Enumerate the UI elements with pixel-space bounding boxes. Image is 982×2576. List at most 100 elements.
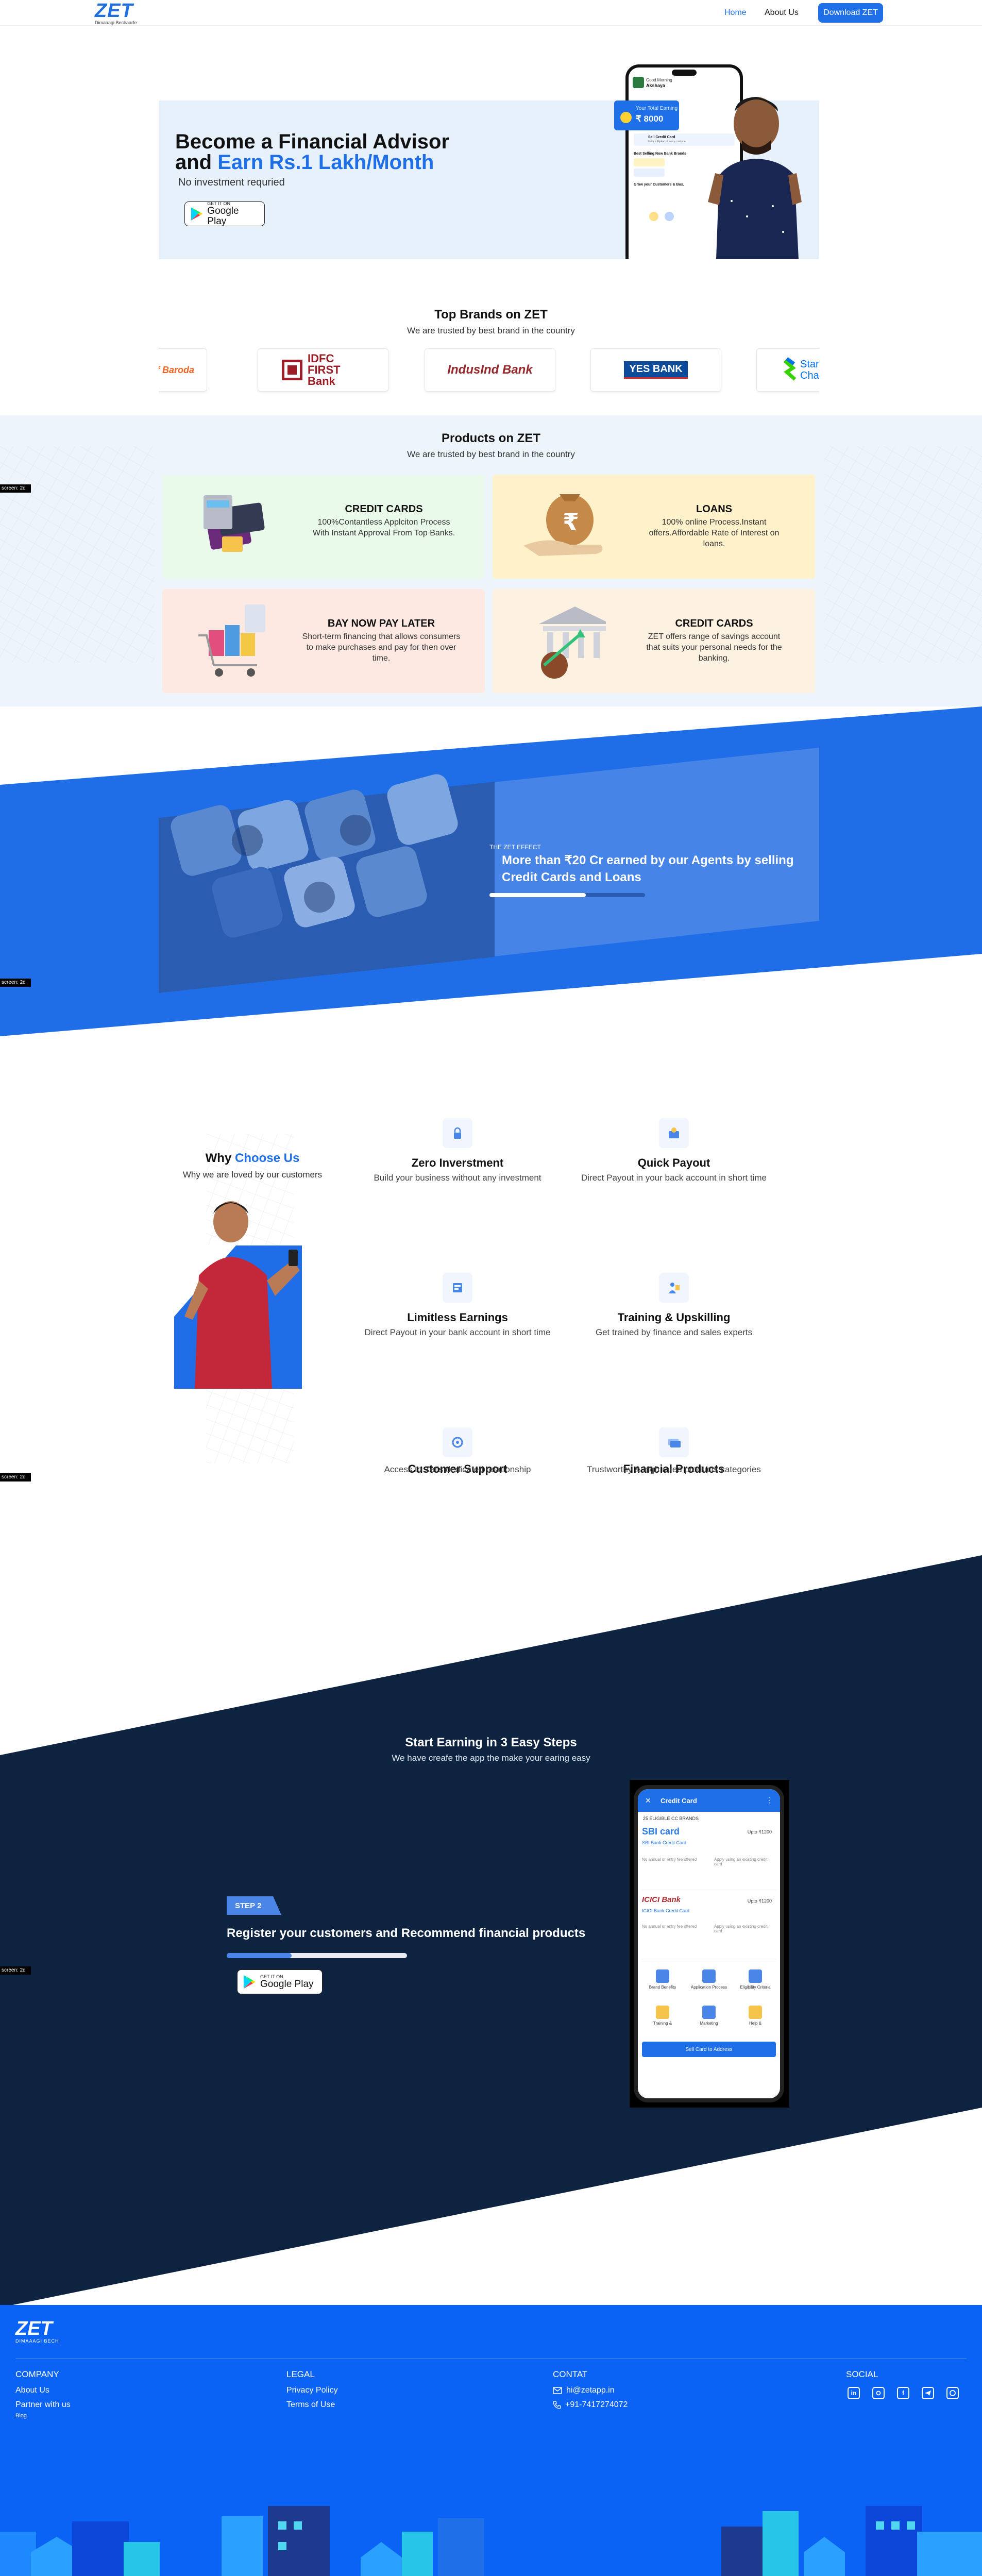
brand-name: YES BANK <box>624 361 688 379</box>
phone-row1-sub: Unlock Flipkart of every customer <box>648 140 687 143</box>
feature-title: Limitless Earnings <box>407 1311 508 1324</box>
idfc-logo-icon <box>282 360 302 380</box>
why-title-highlight: Choose Us <box>234 1151 300 1165</box>
brands-carousel[interactable]: ...of Baroda IDFC FIRST Bank IndusInd Ba… <box>159 340 819 402</box>
phone-header-title: Credit Card <box>661 1797 697 1805</box>
download-zet-button[interactable]: Download ZET <box>818 3 883 23</box>
phone-banner: 25 ELIGIBLE CC BRANDS <box>643 1816 699 1821</box>
hero-subtitle: No investment requried <box>178 177 285 188</box>
telegram-icon[interactable] <box>922 2387 934 2399</box>
whatsapp-icon[interactable] <box>946 2387 959 2399</box>
mail-icon <box>553 2387 562 2394</box>
advisor-person-image <box>708 97 802 259</box>
card-earning: Upto ₹1200 <box>747 1898 772 1904</box>
effect-kicker: THE ZET EFFECT <box>489 844 541 851</box>
more-icon[interactable]: ⋮ <box>766 1796 773 1805</box>
phone-icon <box>553 2401 561 2409</box>
brand-card-baroda[interactable]: ...of Baroda <box>159 348 207 392</box>
close-icon[interactable]: ✕ <box>645 1796 651 1805</box>
products-title: Products on ZET <box>442 431 540 445</box>
hero-title: Become a Financial Advisor and Earn Rs.1… <box>175 131 449 173</box>
features-mask <box>309 1484 824 1490</box>
phone-grid-item[interactable]: Brand Benefits <box>644 1969 681 1990</box>
phone-card-sbi[interactable]: SBI card SBI Bank Credit Card Upto ₹1200… <box>642 1826 776 1890</box>
feature-zero-investment: Zero Inverstment Build your business wit… <box>360 1118 555 1183</box>
feature-description: Direct Payout in your back account in sh… <box>581 1173 767 1183</box>
brand-card-yes[interactable]: YES BANK <box>590 348 721 392</box>
feature-description: Trustworthy & high rated products catego… <box>587 1464 761 1474</box>
step-description: Register your customers and Recommend fi… <box>227 1926 586 1940</box>
phone-grid-item[interactable]: Application Process <box>690 1969 727 1990</box>
brand-card-standard-chartered[interactable]: Standard Chartered <box>756 348 819 392</box>
phone-tile-2 <box>634 169 665 177</box>
footer-email[interactable]: hi@zetapp.in <box>553 2386 615 2395</box>
earning-card: Your Total Earning ₹ 8000 <box>614 100 679 130</box>
nav-about-link[interactable]: About Us <box>765 8 799 18</box>
earning-label: Your Total Earning <box>636 106 678 111</box>
screen-indicator-tag: screen: 2d <box>0 1966 31 1975</box>
effect-progress-fill <box>489 893 586 897</box>
footer-logo[interactable]: ZET DIMAAAGI BECH <box>15 2319 59 2344</box>
feature-title: Quick Payout <box>637 1156 710 1169</box>
facebook-icon[interactable]: f <box>897 2387 909 2399</box>
features-overflow-row: Customer Support Access to Zet's dedicat… <box>309 1422 824 1489</box>
phone-notch <box>672 70 697 76</box>
bank-building-icon <box>539 607 606 679</box>
steps-phone-mockup: ✕ Credit Card ⋮ 25 ELIGIBLE CC BRANDS SB… <box>634 1785 784 2102</box>
phone-header-bar: ✕ Credit Card ⋮ <box>638 1789 780 1812</box>
phone-row3-title: Grow your Customers & Bus. <box>634 183 684 187</box>
zet-logo[interactable]: ZET Dimaaagi Bechaarfe <box>95 1 141 25</box>
footer-blog-link[interactable]: Blog <box>15 2413 27 2419</box>
phone-row2-title: Best Selling Now Bank Brands <box>634 152 686 156</box>
steps-title: Start Earning in 3 Easy Steps <box>405 1736 577 1749</box>
card-earning: Upto ₹1200 <box>747 1829 772 1834</box>
footer-partner-link[interactable]: Partner with us <box>15 2400 71 2410</box>
footer-about-link[interactable]: About Us <box>15 2386 49 2395</box>
phone-grid-item[interactable]: Help & <box>737 2006 774 2026</box>
training-icon <box>659 1273 689 1303</box>
footer-social-heading: SOCIAL <box>846 2369 878 2379</box>
feature-financial-products: Financial Products Trustworthy & high ra… <box>576 1427 772 1475</box>
phone-cta-button[interactable]: Sell Card to Address <box>642 2042 776 2057</box>
product-description: ZET offers range of savings account that… <box>646 632 782 663</box>
top-nav: ZET Dimaaagi Bechaarfe Home About Us Dow… <box>0 0 982 26</box>
credit-card-illustration-icon <box>204 495 265 552</box>
footer-privacy-link[interactable]: Privacy Policy <box>286 2386 338 2395</box>
brand-name: IndusInd Bank <box>447 363 533 377</box>
effect-progress-track <box>489 893 645 897</box>
user-avatar <box>633 77 644 88</box>
footer-phone[interactable]: +91-7417274072 <box>553 2400 628 2410</box>
steps-progress-fill <box>227 1953 292 1958</box>
coin-icon <box>620 112 632 123</box>
phone-grid-item[interactable]: Training & <box>644 2006 681 2026</box>
linkedin-icon[interactable]: in <box>848 2387 860 2399</box>
phone-card-icici[interactable]: ICICI Bank ICICI Bank Credit Card Upto ₹… <box>642 1895 776 1959</box>
product-card-loans[interactable]: ₹ LOANS 100% online Process.Instant offe… <box>493 475 815 579</box>
logo-tagline: Dimaaagi Bechaarfe <box>95 20 137 25</box>
phone-grid-item[interactable]: Eligibility Criteria <box>737 1969 774 1990</box>
phone-tile-1 <box>634 158 665 166</box>
brand-card-idfc[interactable]: IDFC FIRST Bank <box>258 348 388 392</box>
footer-terms-link[interactable]: Terms of Use <box>286 2400 335 2410</box>
cards-icon <box>659 1427 689 1457</box>
brands-title: Top Brands on ZET <box>434 308 548 322</box>
play-big-text: Google Play <box>207 206 239 227</box>
product-card-bnpl[interactable]: BAY NOW PAY LATER Short-term financing t… <box>162 589 485 693</box>
standard-chartered-icon <box>783 357 797 381</box>
google-play-button[interactable]: GET IT ON Google Play <box>237 1969 323 1994</box>
brand-card-indusind[interactable]: IndusInd Bank <box>425 348 555 392</box>
product-title: CREDIT CARDS <box>675 618 753 629</box>
steps-progress-track <box>227 1953 407 1958</box>
product-title: CREDIT CARDS <box>345 503 423 515</box>
feature-training: Training & Upskilling Get trained by fin… <box>576 1273 772 1338</box>
google-play-icon <box>244 1975 256 1989</box>
product-card-savings[interactable]: CREDIT CARDS ZET offers range of savings… <box>493 589 815 693</box>
phone-row1-title: Sell Credit Card <box>648 136 675 139</box>
product-card-credit-cards[interactable]: CREDIT CARDS 100%Contantless Applciton P… <box>162 475 485 579</box>
feature-description: Build your business without any investme… <box>374 1173 541 1183</box>
phone-grid-item[interactable]: Marketing <box>690 2006 727 2026</box>
google-play-button[interactable]: GET IT ON Google Play <box>184 201 265 227</box>
instagram-icon[interactable] <box>872 2387 885 2399</box>
nav-home-link[interactable]: Home <box>724 8 747 18</box>
brands-subtitle: We are trusted by best brand in the coun… <box>407 326 575 335</box>
